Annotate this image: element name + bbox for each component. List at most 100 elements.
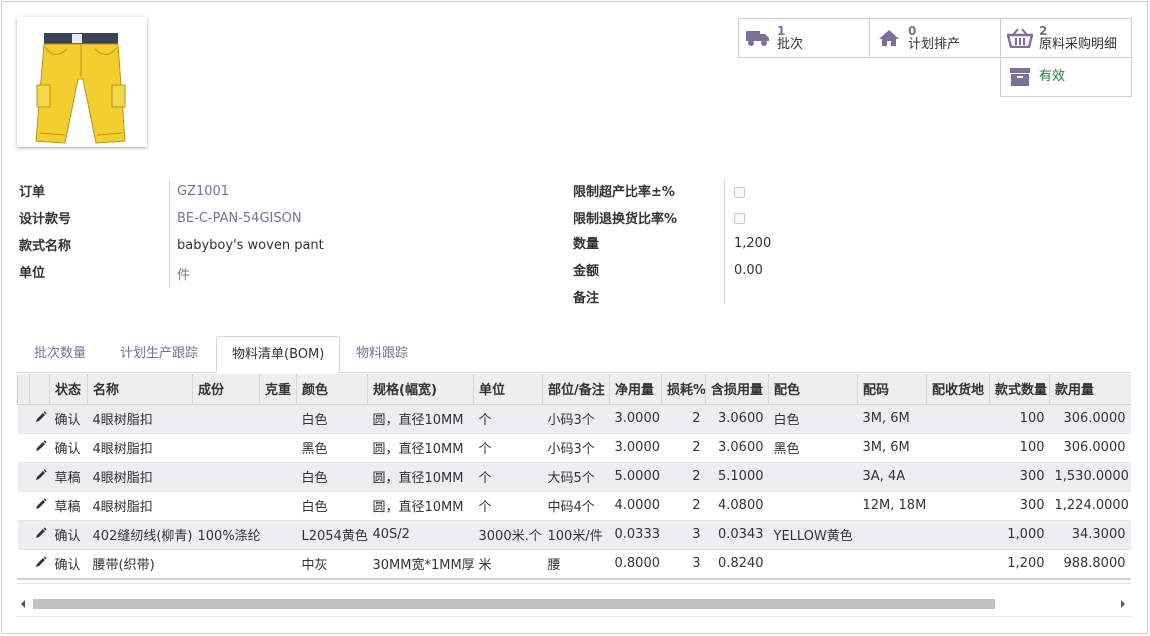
header-loss-rate[interactable]: 损耗% <box>661 374 706 405</box>
tab-plan-tracking[interactable]: 计划生产跟踪 <box>105 336 213 373</box>
overproduction-rate-checkbox[interactable] <box>734 187 745 198</box>
row-select-cell[interactable] <box>17 462 30 492</box>
table-cell: 草稿 <box>49 462 88 492</box>
table-cell: 100%涤纶 <box>192 520 260 550</box>
table-cell <box>259 491 297 521</box>
plan-schedule-button[interactable]: 0 计划排产 <box>869 18 1001 58</box>
row-edit-cell[interactable] <box>29 462 50 492</box>
product-image[interactable] <box>17 17 147 147</box>
header-match-color[interactable]: 配色 <box>768 374 858 405</box>
row-select-cell[interactable] <box>17 549 30 579</box>
header-status[interactable]: 状态 <box>49 374 88 405</box>
row-edit-cell[interactable] <box>29 404 50 434</box>
plan-count: 0 <box>908 24 917 38</box>
scrollbar-thumb[interactable] <box>33 599 995 609</box>
pencil-icon[interactable] <box>35 410 47 423</box>
pencil-icon[interactable] <box>35 526 47 539</box>
table-cell: 0.8240 <box>705 549 769 579</box>
header-name[interactable]: 名称 <box>87 374 193 405</box>
scroll-right-arrow-icon[interactable] <box>1121 600 1125 608</box>
table-row[interactable]: 确认 4眼树脂扣 白色 圆，直径10MM 个小码3个 3.0000 2 3.0600 白色 3M,… <box>17 404 1131 434</box>
table-cell <box>926 433 990 463</box>
table-cell <box>259 433 297 463</box>
table-cell: 306.0000 <box>1049 404 1131 434</box>
table-cell: 4眼树脂扣 <box>87 433 193 463</box>
header-style-quantity[interactable]: 款式数量 <box>989 374 1050 405</box>
row-edit-cell[interactable] <box>29 520 50 550</box>
bottom-divider <box>17 616 1131 617</box>
status-label: 有效 <box>1039 69 1066 84</box>
tab-material-tracking[interactable]: 物料跟踪 <box>341 336 423 373</box>
home-icon <box>870 29 908 47</box>
pencil-icon[interactable] <box>35 468 47 481</box>
table-cell: 小码3个 <box>542 433 610 463</box>
table-cell: 2 <box>661 491 706 521</box>
header-style-usage[interactable]: 款用量 <box>1049 374 1131 405</box>
table-cell: 个 <box>473 491 543 521</box>
table-cell <box>259 462 297 492</box>
table-cell <box>926 462 990 492</box>
status-button[interactable]: 有效 <box>1000 57 1132 97</box>
table-row[interactable]: 确认 402缝纫线(柳青) 100%涤纶 L2054黄色 40S/2 3000米.个 100… <box>17 520 1131 550</box>
row-select-cell[interactable] <box>17 404 30 434</box>
table-cell: 3 <box>661 520 706 550</box>
purchase-detail-button[interactable]: 2 原料采购明细 <box>1000 18 1132 58</box>
table-cell <box>926 491 990 521</box>
table-cell: 3M, 6M <box>857 433 927 463</box>
batch-button[interactable]: 1 批次 <box>738 18 870 58</box>
table-cell <box>192 491 260 521</box>
table-cell: 黑色 <box>296 433 368 463</box>
pencil-icon[interactable] <box>35 497 47 510</box>
table-cell: 30MM宽*1MM厚 <box>367 549 474 579</box>
header-spec[interactable]: 规格(幅宽) <box>367 374 474 405</box>
table-cell: 白色 <box>296 462 368 492</box>
header-position[interactable]: 部位/备注 <box>542 374 610 405</box>
table-row[interactable]: 草稿 4眼树脂扣 白色 圆，直径10MM 个大码5个 5.0000 2 5.1000 3A, 4… <box>17 462 1131 492</box>
amount-value: 0.00 <box>734 263 763 278</box>
tab-bom[interactable]: 物料清单(BOM) <box>216 336 341 373</box>
table-row[interactable]: 草稿 4眼树脂扣 白色 圆，直径10MM 个中码4个 4.0000 2 4.0800 12M, … <box>17 491 1131 521</box>
style-name-label: 款式名称 <box>19 239 72 254</box>
row-select-cell[interactable] <box>17 520 30 550</box>
pencil-icon[interactable] <box>35 555 47 568</box>
table-row[interactable]: 确认 4眼树脂扣 黑色 圆，直径10MM 个小码3个 3.0000 2 3.0600 黑色 3M,… <box>17 433 1131 463</box>
header-composition[interactable]: 成份 <box>192 374 260 405</box>
table-cell <box>857 520 927 550</box>
header-delivery-location[interactable]: 配收货地 <box>926 374 990 405</box>
table-cell: 402缝纫线(柳青) <box>87 520 193 550</box>
table-cell: 988.8000 <box>1049 549 1131 579</box>
table-cell: 100 <box>989 433 1050 463</box>
overproduction-rate-label: 限制超产比率±% <box>573 185 675 200</box>
row-select-cell[interactable] <box>17 491 30 521</box>
header-edit <box>29 374 50 405</box>
table-cell: 0.0343 <box>705 520 769 550</box>
header-net-usage[interactable]: 净用量 <box>609 374 662 405</box>
header-unit[interactable]: 单位 <box>473 374 543 405</box>
scroll-left-arrow-icon[interactable] <box>21 600 25 608</box>
row-edit-cell[interactable] <box>29 549 50 579</box>
header-match-size[interactable]: 配码 <box>857 374 927 405</box>
table-cell: 4眼树脂扣 <box>87 404 193 434</box>
table-row[interactable]: 确认 腰带(织带) 中灰 30MM宽*1MM厚米腰 0.8000 3 0.8240 1,200… <box>17 549 1131 579</box>
row-select-cell[interactable] <box>17 433 30 463</box>
remark-label: 备注 <box>573 291 600 306</box>
table-cell <box>768 462 858 492</box>
pencil-icon[interactable] <box>35 439 47 452</box>
left-column-separator <box>169 180 170 288</box>
table-cell <box>192 462 260 492</box>
header-gross-usage[interactable]: 含损用量 <box>705 374 769 405</box>
unit-value[interactable]: 件 <box>177 264 190 283</box>
return-rate-checkbox[interactable] <box>734 213 745 224</box>
tab-batch-quantity[interactable]: 批次数量 <box>19 336 101 373</box>
table-cell: 黑色 <box>768 433 858 463</box>
horizontal-scrollbar[interactable] <box>17 596 1131 612</box>
header-weight[interactable]: 克重 <box>259 374 297 405</box>
order-value[interactable]: GZ1001 <box>177 184 229 199</box>
header-select <box>17 374 30 405</box>
design-no-value[interactable]: BE-C-PAN-54GISON <box>177 211 302 226</box>
table-cell: 1,000 <box>989 520 1050 550</box>
header-color[interactable]: 颜色 <box>296 374 368 405</box>
table-cell <box>192 404 260 434</box>
row-edit-cell[interactable] <box>29 433 50 463</box>
row-edit-cell[interactable] <box>29 491 50 521</box>
